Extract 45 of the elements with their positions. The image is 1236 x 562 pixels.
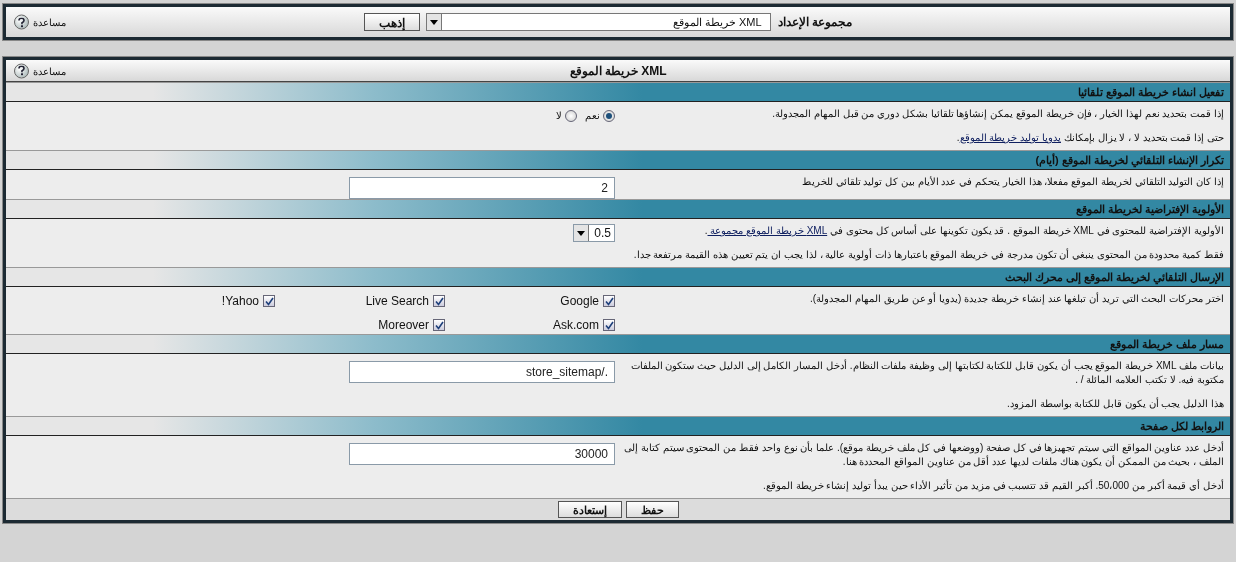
- panel-title: XML خريطة الموقع: [569, 62, 667, 80]
- checkbox-option[interactable]: Ask.com: [445, 316, 615, 334]
- section-header: الإرسال التلقائي لخريطة الموقع إلى محرك البحث: [6, 267, 1230, 287]
- text-input[interactable]: 2: [349, 177, 615, 199]
- text-input[interactable]: 30000: [349, 443, 615, 465]
- checkbox[interactable]: [263, 295, 275, 307]
- radio-button[interactable]: [565, 109, 577, 122]
- restore-button[interactable]: إستعادة: [557, 501, 622, 518]
- description-text: فقط كمية محدودة من المحتوى ينبغي أن تكون مدرجة في خريطة الموقع باعتبارها ذات أولوية عالية ، لذا يجب ان يتم تعيين هذه القيمة مرتفعة جدا.: [632, 248, 1224, 262]
- section-header: تفعيل انشاء خريطة الموقع تلقائيا: [6, 82, 1230, 102]
- priority-select[interactable]: 0.5: [573, 224, 615, 242]
- section-header: الروابط لكل صفحة: [6, 416, 1230, 436]
- radio-button[interactable]: [603, 109, 615, 122]
- radio-option[interactable]: نعم: [585, 108, 615, 123]
- checkbox-option[interactable]: Google: [445, 292, 615, 310]
- section-header: الأولوية الإفتراضية لخريطة الموقع: [6, 199, 1230, 219]
- section-header: تكرار الإنشاء التلقائي لخريطة الموقع (أيام): [6, 150, 1230, 170]
- description-text: اختر محركات البحث التي تريد أن تبلغها عند إنشاء خريطة جديدة (يدويا أو عن طريق المهام المجدولة).: [809, 292, 1224, 306]
- description-text: الأولوية الإفتراضية للمحتوى في XML خريطة الموقع . قد يكون تكوينها على أساس كل محتوى في XML خريطة الموقع مجموعة .: [703, 224, 1224, 238]
- description-text: حتى إذا قمت بتحديد لا ، لا يزال بإمكانك يدويا توليد خريطة الموقع.: [955, 131, 1224, 145]
- checkbox[interactable]: [603, 319, 615, 331]
- help-icon: [14, 14, 29, 30]
- help-link[interactable]: مساعدة: [14, 14, 66, 30]
- description-text: بيانات ملف XML خريطة الموقع يجب أن يكون قابل للكتابة لكتابتها إلى وظيفة ملفات النظام. أدخل المسار الكامل إلى الدليل حيث ستكون الملفات مكتوبة فيه. لا تكتب العلامه المائلة / .: [629, 359, 1224, 387]
- help-icon: [14, 63, 29, 78]
- setting-group-label: مجموعة الإعداد: [777, 14, 852, 31]
- checkbox-option[interactable]: Yahoo!: [105, 292, 275, 310]
- link[interactable]: XML خريطة الموقع مجموعة: [707, 225, 828, 236]
- checkbox-option[interactable]: Moreover: [275, 316, 445, 334]
- description-text: أدخل عدد عناوين المواقع التي سيتم تجهيزها في كل صفحة (ووضعها في كل ملف خريطة موقع). علما بأن نوع واحد فقط من المحتوى سيتم كتابة إلى الملف ، بحيث من الممكن أن يكون هناك ملفات لديها عدد أقل من عناوين المواقع المحددة هنا.: [624, 441, 1224, 469]
- save-button[interactable]: حفظ: [625, 501, 679, 518]
- description-text: هذا الدليل يجب أن يكون قابل للكتابة بواسطة المزود.: [1006, 397, 1224, 411]
- description-text: إذا كان التوليد التلقائي لخريطة الموقع مفعلا، هذا الخيار يتحكم في عدد الأيام بين كل توليد تلقائي للخريط: [800, 175, 1224, 189]
- text-input[interactable]: ./store_sitemap: [349, 361, 615, 383]
- checkbox[interactable]: [603, 295, 615, 307]
- description-text: أدخل أي قيمة أكبر من 50،000. أكبر القيم قد تتسبب في مزيد من تأثير الأداء حين يبدأ توليد إنشاء خريطة الموقع.: [762, 479, 1224, 493]
- checkbox[interactable]: [433, 319, 445, 331]
- group-select[interactable]: XML خريطة الموقع: [425, 13, 771, 31]
- checkbox-option[interactable]: Live Search: [275, 292, 445, 310]
- checkbox[interactable]: [433, 295, 445, 307]
- radio-option[interactable]: لا: [556, 108, 577, 123]
- help-link[interactable]: مساعدة: [14, 63, 66, 78]
- section-header: مسار ملف خريطة الموقع: [6, 334, 1230, 354]
- go-button[interactable]: إذهب: [363, 13, 420, 31]
- description-text: إذا قمت بتحديد نعم لهذا الخيار ، فإن خريطة الموقع يمكن إنشاؤها تلقائيا بشكل دوري من قبل المهام المجدولة.: [771, 107, 1224, 121]
